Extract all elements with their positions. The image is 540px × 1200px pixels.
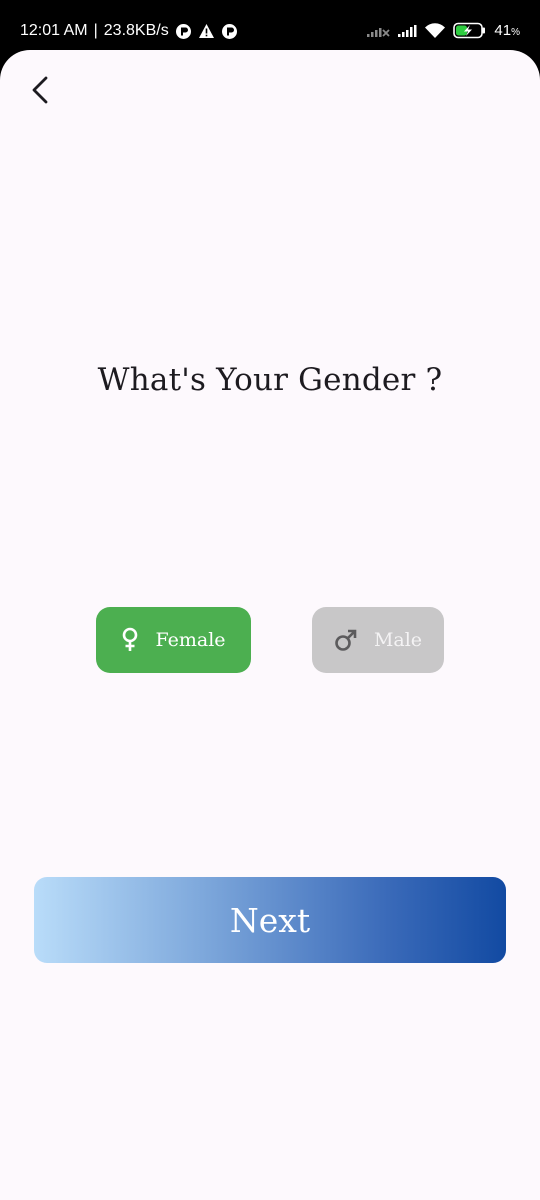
female-option-button[interactable]: Female: [96, 607, 251, 673]
battery-percent: 41%: [494, 22, 520, 39]
status-left: 12:01 AM | 23.8KB/s: [20, 22, 238, 40]
status-time: 12:01 AM: [20, 22, 88, 39]
gender-selection-screen: What's Your Gender ? Female Male Next: [0, 50, 540, 1200]
female-option-label: Female: [155, 629, 226, 651]
status-right: 41%: [366, 22, 520, 39]
status-separator: |: [93, 22, 98, 39]
male-option-label: Male: [373, 629, 423, 651]
signal-bars-icon: [397, 24, 417, 38]
page-title: What's Your Gender ?: [97, 362, 443, 398]
notification-app-icon: [175, 23, 192, 40]
male-option-button[interactable]: Male: [312, 607, 444, 673]
next-button-label: Next: [229, 900, 311, 940]
status-network-speed: 23.8KB/s: [103, 22, 169, 39]
notification-app-icon: [221, 23, 238, 40]
battery-charging-icon: [453, 22, 487, 39]
female-symbol-icon: [121, 627, 139, 653]
chevron-left-icon: [30, 75, 50, 105]
next-button[interactable]: Next: [34, 877, 506, 963]
warning-icon: [198, 23, 215, 39]
back-button[interactable]: [22, 72, 58, 108]
signal-no-service-icon: [366, 24, 391, 38]
wifi-icon: [424, 22, 446, 39]
male-symbol-icon: [334, 628, 358, 652]
